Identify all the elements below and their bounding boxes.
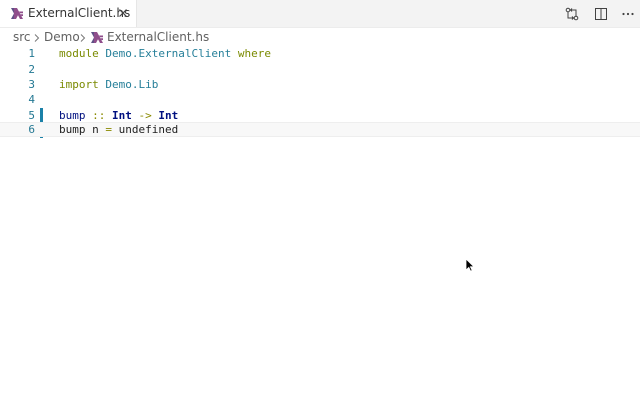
line-content: import Demo.Lib bbox=[59, 78, 159, 91]
chevron-right-icon bbox=[34, 34, 40, 42]
breadcrumb-item-src[interactable]: src bbox=[13, 30, 31, 44]
line-number: 6 bbox=[28, 123, 35, 136]
breadcrumb-item-demo[interactable]: Demo bbox=[44, 30, 80, 44]
code-line: 3 import Demo.Lib bbox=[0, 77, 640, 92]
close-icon[interactable] bbox=[117, 7, 129, 19]
current-line: 6 bump n = undefined bbox=[0, 122, 640, 137]
mouse-pointer-icon bbox=[465, 258, 475, 272]
editor-window: ExternalClient.hs src Demo ExternalClien… bbox=[0, 0, 640, 400]
breadcrumb-item-file[interactable]: ExternalClient.hs bbox=[107, 30, 209, 44]
line-number: 3 bbox=[28, 78, 35, 91]
line-number: 2 bbox=[28, 63, 35, 76]
code-line: 5 bump :: Int -> Int bbox=[0, 108, 640, 123]
editor-tab[interactable]: ExternalClient.hs bbox=[0, 0, 137, 27]
line-content: bump n = undefined bbox=[59, 123, 179, 136]
haskell-file-icon bbox=[91, 32, 103, 43]
breadcrumb: src Demo ExternalClient.hs bbox=[0, 28, 640, 46]
tab-title: ExternalClient.hs bbox=[28, 6, 131, 20]
code-editor[interactable]: 1 module Demo.ExternalClient where 2 3 i… bbox=[0, 46, 640, 400]
line-content: module Demo.ExternalClient where bbox=[59, 47, 271, 60]
haskell-file-icon bbox=[11, 8, 23, 19]
split-editor-icon[interactable] bbox=[594, 7, 608, 21]
tab-bar: ExternalClient.hs bbox=[0, 0, 640, 28]
code-line: 4 bbox=[0, 92, 640, 107]
line-number: 4 bbox=[28, 93, 35, 106]
compare-changes-icon[interactable] bbox=[565, 7, 579, 21]
line-number: 5 bbox=[28, 109, 35, 122]
chevron-right-icon bbox=[80, 34, 86, 42]
code-line: 2 bbox=[0, 62, 640, 77]
line-number: 1 bbox=[28, 47, 35, 60]
more-actions-icon[interactable] bbox=[621, 7, 635, 21]
code-line: 1 module Demo.ExternalClient where bbox=[0, 46, 640, 61]
line-content: bump :: Int -> Int bbox=[59, 109, 179, 122]
